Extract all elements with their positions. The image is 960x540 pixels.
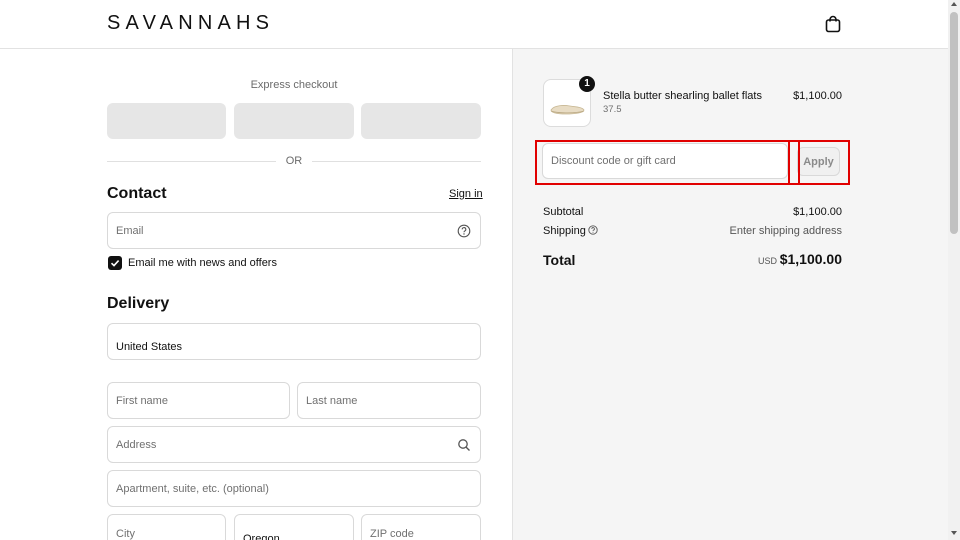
highlight-box-discount [535,140,790,185]
order-summary: 1 Stella butter shearling ballet flats 3… [512,49,948,540]
divider-right [312,161,481,162]
express-pay-button-2[interactable] [234,103,354,139]
city-field[interactable] [107,514,226,540]
product-name: Stella butter shearling ballet flats [603,90,762,102]
express-pay-button-1[interactable] [107,103,226,139]
zip-field[interactable] [361,514,481,540]
zip-input[interactable] [362,515,480,540]
header: SAVANNAHS [0,0,948,49]
express-checkout-title: Express checkout [250,79,338,91]
currency-code: USD [757,256,777,266]
quantity-badge: 1 [579,76,595,92]
product-price: $1,100.00 [793,90,842,102]
product-variant: 37.5 [603,104,622,115]
store-logo[interactable]: SAVANNAHS [107,12,274,35]
scrollbar-thumb[interactable] [950,12,958,234]
email-field[interactable] [107,212,481,249]
contact-title: Contact [107,185,167,202]
highlight-box-apply [798,140,850,185]
shipping-label: Shipping [543,225,586,237]
shipping-info-icon[interactable] [588,225,598,235]
scroll-up-arrow-icon[interactable] [951,2,957,6]
subtotal-value: $1,100.00 [793,206,842,218]
last-name-input[interactable] [298,383,480,418]
apartment-input[interactable] [108,471,480,506]
city-input[interactable] [108,515,225,540]
email-input[interactable] [108,213,480,248]
total-label: Total [543,252,576,268]
delivery-title: Delivery [107,295,170,312]
state-value: Oregon [243,533,280,540]
express-pay-button-3[interactable] [361,103,481,139]
shipping-value: Enter shipping address [729,225,842,237]
newsletter-checkbox[interactable] [108,256,122,270]
total-value: $1,100.00 [779,251,842,267]
checkout-form: Express checkout OR Contact Sign in Emai… [0,49,512,540]
address-field[interactable] [107,426,481,463]
country-select[interactable]: United States [107,323,481,360]
address-input[interactable] [108,427,480,462]
state-select[interactable]: Oregon [234,514,354,540]
shopping-bag-icon[interactable] [824,15,842,33]
or-divider-text: OR [285,155,303,167]
country-value: United States [116,341,183,353]
search-icon[interactable] [457,438,471,452]
checkmark-icon [110,260,120,267]
subtotal-label: Subtotal [543,206,584,218]
question-circle-icon[interactable] [457,224,471,238]
last-name-field[interactable] [297,382,481,419]
apartment-field[interactable] [107,470,481,507]
first-name-field[interactable] [107,382,290,419]
first-name-input[interactable] [108,383,289,418]
sign-in-link[interactable]: Sign in [449,188,483,200]
page-scrollbar[interactable] [948,0,960,540]
divider-left [107,161,276,162]
newsletter-label: Email me with news and offers [128,257,277,269]
scroll-down-arrow-icon[interactable] [951,531,957,535]
